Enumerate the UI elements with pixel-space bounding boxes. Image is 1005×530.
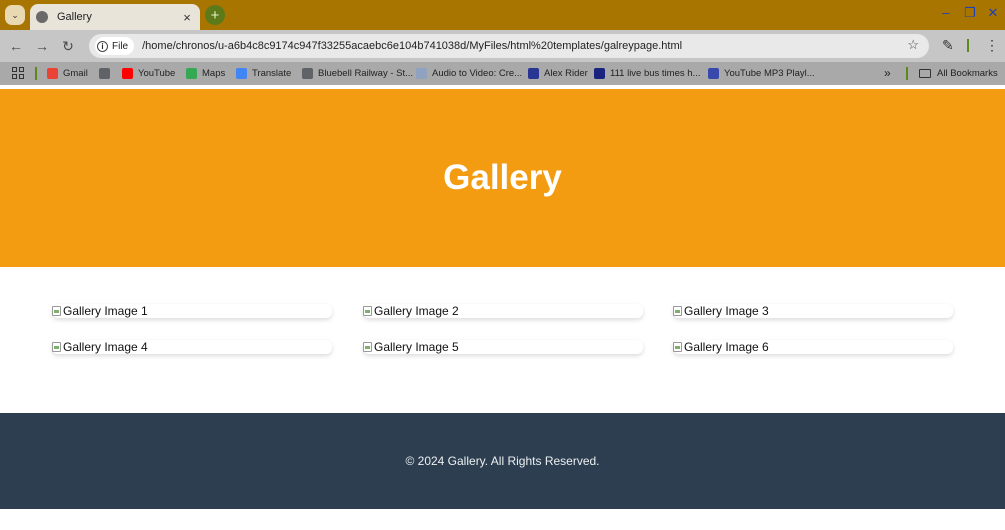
bookmark-favicon-icon xyxy=(594,68,605,79)
bookmark-item[interactable]: YouTube MP3 Playl... xyxy=(708,66,815,81)
browser-title-bar: ⌄ Gallery × + – ❐ ✕ xyxy=(0,0,1005,30)
gallery-image[interactable]: Gallery Image 1 xyxy=(52,304,332,318)
bookmark-favicon-icon xyxy=(708,68,719,79)
page-footer: © 2024 Gallery. All Rights Reserved. xyxy=(0,413,1005,509)
bookmark-favicon-icon xyxy=(186,68,197,79)
page-header: Gallery xyxy=(0,89,1005,267)
chevron-down-icon: ⌄ xyxy=(11,9,19,20)
bookmark-item[interactable]: Audio to Video: Cre... xyxy=(416,66,522,81)
bookmark-item[interactable]: Gmail xyxy=(47,66,88,81)
bookmark-favicon-icon xyxy=(236,68,247,79)
apps-grid-icon[interactable] xyxy=(12,67,24,79)
bookmark-label: Gmail xyxy=(63,68,88,79)
image-alt-text: Gallery Image 6 xyxy=(684,340,769,354)
bookmark-label: Alex Rider xyxy=(544,68,588,79)
bookmark-item[interactable]: Maps xyxy=(186,66,225,81)
bookmark-label: YouTube xyxy=(138,68,176,79)
bookmark-item[interactable]: 111 live bus times h... xyxy=(594,66,700,81)
tab-title: Gallery xyxy=(57,11,92,23)
bookmark-favicon-icon xyxy=(302,68,313,79)
bookmarks-divider xyxy=(906,67,908,80)
restore-icon[interactable]: ❐ xyxy=(962,5,978,21)
broken-image-icon xyxy=(673,342,682,352)
bookmark-label: Bluebell Railway - St... xyxy=(318,68,414,79)
site-info-chip[interactable]: i File xyxy=(95,37,135,55)
minimize-icon[interactable]: – xyxy=(938,5,954,21)
bookmark-favicon-icon xyxy=(416,68,427,79)
broken-image-icon xyxy=(673,306,682,316)
tab-search-button[interactable]: ⌄ xyxy=(5,5,25,25)
bookmark-label: YouTube MP3 Playl... xyxy=(724,68,815,79)
info-icon: i xyxy=(97,40,108,52)
bookmark-favicon-icon xyxy=(99,68,110,79)
reload-icon[interactable]: ↻ xyxy=(58,36,78,56)
image-alt-text: Gallery Image 4 xyxy=(63,340,148,354)
broken-image-icon xyxy=(52,306,61,316)
bookmark-label: Audio to Video: Cre... xyxy=(432,68,523,79)
bookmark-item[interactable] xyxy=(99,66,115,81)
bookmark-item[interactable]: Translate xyxy=(236,66,291,81)
bookmark-item[interactable]: YouTube xyxy=(122,66,175,81)
browser-tab[interactable]: Gallery × xyxy=(30,4,200,30)
gallery-image[interactable]: Gallery Image 6 xyxy=(673,340,953,354)
image-alt-text: Gallery Image 1 xyxy=(63,304,148,318)
gallery-image[interactable]: Gallery Image 4 xyxy=(52,340,332,354)
broken-image-icon xyxy=(52,342,61,352)
bookmark-item[interactable]: Alex Rider xyxy=(528,66,588,81)
all-bookmarks-label: All Bookmarks xyxy=(937,68,998,79)
plus-icon: + xyxy=(210,6,220,24)
globe-icon xyxy=(36,11,48,23)
site-info-label: File xyxy=(112,40,129,52)
close-tab-icon[interactable]: × xyxy=(180,10,194,25)
bookmarks-divider xyxy=(35,67,37,80)
broken-image-icon xyxy=(363,342,372,352)
folder-icon xyxy=(919,69,931,78)
extensions-icon[interactable]: ✎ xyxy=(942,37,954,54)
bookmark-item[interactable]: Bluebell Railway - St... xyxy=(302,66,413,81)
bookmark-favicon-icon xyxy=(528,68,539,79)
bookmark-label: Maps xyxy=(202,68,226,79)
footer-copyright: © 2024 Gallery. All Rights Reserved. xyxy=(405,454,600,468)
menu-kebab-icon[interactable]: ⋮ xyxy=(985,37,999,54)
bookmark-star-icon[interactable]: ☆ xyxy=(907,37,919,53)
new-tab-button[interactable]: + xyxy=(205,5,225,25)
toolbar-divider xyxy=(967,39,969,52)
bookmark-label: Translate xyxy=(252,68,292,79)
gallery-image[interactable]: Gallery Image 5 xyxy=(363,340,643,354)
more-bookmarks-icon[interactable]: » xyxy=(884,66,891,80)
gallery-image[interactable]: Gallery Image 3 xyxy=(673,304,953,318)
image-alt-text: Gallery Image 5 xyxy=(374,340,459,354)
close-window-icon[interactable]: ✕ xyxy=(985,5,1001,21)
back-arrow-icon[interactable]: ← xyxy=(6,36,26,56)
bookmarks-bar: Gmail YouTube Maps Translate Bluebell Railwa… xyxy=(0,62,1005,85)
bookmark-favicon-icon xyxy=(47,68,58,79)
page-title: Gallery xyxy=(443,158,562,197)
image-alt-text: Gallery Image 3 xyxy=(684,304,769,318)
forward-arrow-icon[interactable]: → xyxy=(32,36,52,56)
browser-toolbar: ← → ↻ i File /home/chronos/u-a6b4c8c9174… xyxy=(0,30,1005,62)
url-text[interactable]: /home/chronos/u-a6b4c8c9174c947f33255aca… xyxy=(142,40,682,52)
gallery-image[interactable]: Gallery Image 2 xyxy=(363,304,643,318)
broken-image-icon xyxy=(363,306,372,316)
image-alt-text: Gallery Image 2 xyxy=(374,304,459,318)
address-bar[interactable]: i File /home/chronos/u-a6b4c8c9174c947f3… xyxy=(89,34,929,58)
bookmark-label: 111 live bus times h... xyxy=(610,68,701,79)
all-bookmarks-button[interactable]: All Bookmarks xyxy=(919,66,998,81)
bookmark-favicon-icon xyxy=(122,68,133,79)
